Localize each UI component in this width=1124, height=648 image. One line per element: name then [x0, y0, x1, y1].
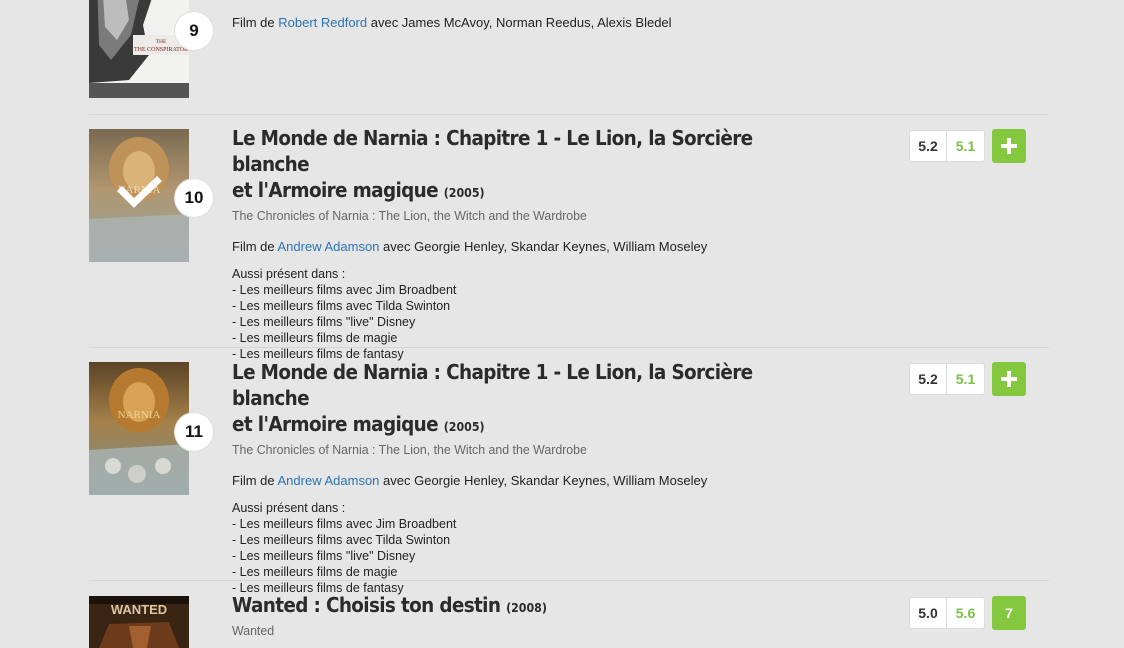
director-link[interactable]: Andrew Adamson — [278, 473, 380, 488]
score-group: 5.0 5.6 7 — [909, 596, 1026, 630]
plus-icon — [1001, 371, 1017, 387]
release-year: (2005) — [443, 420, 485, 434]
list-link[interactable]: - Les meilleurs films "live" Disney — [232, 314, 832, 330]
movie-title[interactable]: Wanted : Choisis ton destin (2008) — [232, 592, 802, 621]
press-score: 5.2 — [909, 130, 947, 162]
list-link[interactable]: - Les meilleurs films avec Tilda Swinton — [232, 298, 832, 314]
original-title: The Chronicles of Narnia : The Lion, the… — [232, 208, 587, 223]
user-score: 5.1 — [947, 363, 985, 395]
divider — [89, 580, 1049, 581]
poster-narnia[interactable]: NARNIA — [89, 362, 189, 495]
release-year: (2005) — [443, 186, 485, 200]
poster-title-text: WANTED — [111, 602, 167, 617]
list-link[interactable]: - Les meilleurs films avec Jim Broadbent — [232, 282, 832, 298]
rank-badge: 10 — [175, 179, 213, 217]
list-link[interactable]: - Les meilleurs films avec Jim Broadbent — [232, 516, 832, 532]
credits: Film de Andrew Adamson avec Georgie Henl… — [232, 239, 708, 254]
svg-text:THE: THE — [156, 39, 167, 45]
movie-title[interactable]: Le Monde de Narnia : Chapitre 1 - Le Lio… — [232, 125, 802, 206]
list-link[interactable]: - Les meilleurs films de magie — [232, 330, 832, 346]
rank-badge: 9 — [175, 12, 213, 50]
poster-narnia[interactable]: NARNIA — [89, 129, 189, 262]
release-year: (2008) — [506, 601, 547, 615]
also-in-lists: Aussi présent dans : - Les meilleurs fil… — [232, 500, 832, 596]
director-link[interactable]: Andrew Adamson — [278, 239, 380, 254]
divider — [89, 114, 1049, 115]
credits: Film de Andrew Adamson avec Georgie Henl… — [232, 473, 708, 488]
user-score: 5.6 — [947, 597, 985, 629]
poster-the-conspirator[interactable]: THE THE CONSPIRATOR — [89, 0, 189, 98]
add-button[interactable] — [992, 362, 1026, 396]
rank-badge: 11 — [175, 413, 213, 451]
poster-wanted[interactable]: WANTED — [89, 596, 189, 648]
press-score: 5.2 — [909, 363, 947, 395]
poster-title-text: NARNIA — [118, 409, 161, 421]
list-link[interactable]: - Les meilleurs films de magie — [232, 564, 832, 580]
list-link[interactable]: - Les meilleurs films avec Tilda Swinton — [232, 532, 832, 548]
list-link[interactable]: - Les meilleurs films "live" Disney — [232, 548, 832, 564]
movie-title[interactable]: Le Monde de Narnia : Chapitre 1 - Le Lio… — [232, 359, 802, 440]
original-title: The Chronicles of Narnia : The Lion, the… — [232, 442, 587, 457]
score-group: 5.2 5.1 — [909, 129, 1026, 163]
my-rating-button[interactable]: 7 — [992, 596, 1026, 630]
divider — [89, 347, 1049, 348]
director-link[interactable]: Robert Redford — [278, 15, 367, 30]
press-score: 5.0 — [909, 597, 947, 629]
score-group: 5.2 5.1 — [909, 362, 1026, 396]
plus-icon — [1001, 138, 1017, 154]
user-score: 5.1 — [947, 130, 985, 162]
original-title: Wanted — [232, 623, 275, 638]
add-button[interactable] — [992, 129, 1026, 163]
poster-title-text: THE CONSPIRATOR — [134, 47, 188, 53]
credits: Film de Robert Redford avec James McAvoy… — [232, 15, 672, 30]
